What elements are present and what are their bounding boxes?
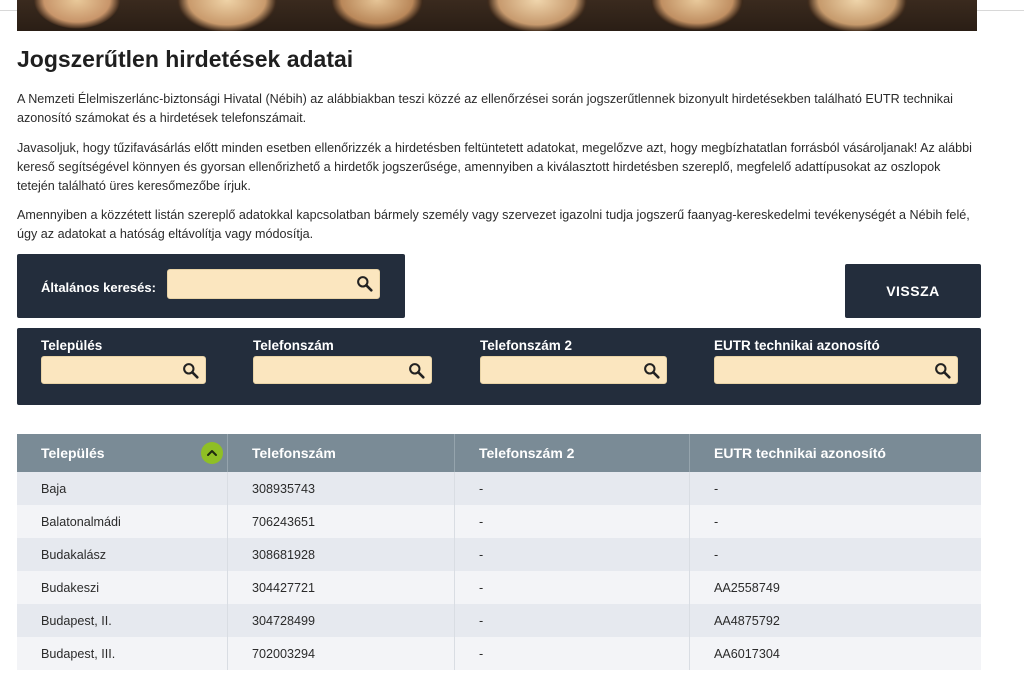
column-header-label: Telefonszám 2 xyxy=(479,445,575,461)
general-search-panel: Általános keresés: xyxy=(17,254,405,318)
column-header-telefonszam[interactable]: Telefonszám xyxy=(228,434,455,472)
filter-telefonszam-2-input[interactable] xyxy=(481,357,636,383)
search-icon[interactable] xyxy=(182,362,199,379)
filter-label: EUTR technikai azonosító xyxy=(714,338,880,353)
filter-telepules: Település xyxy=(41,338,206,384)
general-search-label: Általános keresés: xyxy=(41,280,156,295)
cell-telefonszam: 308935743 xyxy=(228,472,455,505)
table-row: Budakeszi 304427721 - AA2558749 xyxy=(17,571,981,604)
column-header-telefonszam-2[interactable]: Telefonszám 2 xyxy=(455,434,690,472)
filter-eutr-input[interactable] xyxy=(715,357,927,383)
column-header-label: EUTR technikai azonosító xyxy=(714,445,886,461)
cell-telefonszam: 304427721 xyxy=(228,571,455,604)
filter-eutr-box xyxy=(714,356,958,384)
back-button[interactable]: VISSZA xyxy=(845,264,981,318)
table-row: Budakalász 308681928 - - xyxy=(17,538,981,571)
cell-eutr: - xyxy=(714,481,719,496)
cell-telefonszam-2: - xyxy=(455,637,690,670)
intro-paragraph: A Nemzeti Élelmiszerlánc-biztonsági Hiva… xyxy=(17,92,953,125)
filter-label: Település xyxy=(41,338,103,353)
filter-telefonszam: Telefonszám xyxy=(253,338,432,384)
table-row: Budapest, III. 702003294 - AA6017304 xyxy=(17,637,981,670)
cell-telefonszam: 304728499 xyxy=(228,604,455,637)
advice-paragraph: Javasoljuk, hogy tűzifavásárlás előtt mi… xyxy=(17,141,972,193)
filter-telepules-input[interactable] xyxy=(42,357,175,383)
column-header-label: Telefonszám xyxy=(252,445,336,461)
table-row: Budapest, II. 304728499 - AA4875792 xyxy=(17,604,981,637)
cell-eutr: - xyxy=(714,514,719,529)
filter-telefonszam-box xyxy=(253,356,432,384)
table-row: Balatonalmádi 706243651 - - xyxy=(17,505,981,538)
cell-telefonszam: 702003294 xyxy=(228,637,455,670)
cell-telefonszam: 308681928 xyxy=(228,538,455,571)
search-icon[interactable] xyxy=(356,275,373,292)
cell-eutr: AA6017304 xyxy=(714,646,780,661)
sort-ascending-icon[interactable] xyxy=(201,442,223,464)
cell-telepules: Budapest, III. xyxy=(17,637,228,670)
filter-telefonszam-2: Telefonszám 2 xyxy=(480,338,667,384)
filter-telepules-box xyxy=(41,356,206,384)
cell-telefonszam-2: - xyxy=(455,538,690,571)
cell-telepules: Baja xyxy=(17,472,228,505)
general-search-input[interactable] xyxy=(168,270,349,298)
cell-telefonszam-2: - xyxy=(455,472,690,505)
cell-eutr: AA4875792 xyxy=(714,613,780,628)
cell-telepules: Balatonalmádi xyxy=(17,505,228,538)
search-icon[interactable] xyxy=(408,362,425,379)
search-icon[interactable] xyxy=(643,362,660,379)
cell-eutr: AA2558749 xyxy=(714,580,780,595)
filter-label: Telefonszám 2 xyxy=(480,338,573,353)
cell-telefonszam-2: - xyxy=(455,505,690,538)
filter-label: Telefonszám xyxy=(253,338,334,353)
cell-telefonszam-2: - xyxy=(455,571,690,604)
results-table: Település Telefonszám Telefonszám 2 EUTR… xyxy=(17,434,981,670)
search-icon[interactable] xyxy=(934,362,951,379)
column-filters-panel: Település Telefonszám Telefonszám 2 EUTR… xyxy=(17,328,981,405)
filter-telefonszam-input[interactable] xyxy=(254,357,401,383)
cell-eutr: - xyxy=(714,547,719,562)
column-header-telepules[interactable]: Település xyxy=(17,434,228,472)
filter-telefonszam-2-box xyxy=(480,356,667,384)
cell-telepules: Budakalász xyxy=(17,538,228,571)
page-title: Jogszerűtlen hirdetések adatai xyxy=(17,46,354,72)
table-row: Baja 308935743 - - xyxy=(17,472,981,505)
cell-telefonszam-2: - xyxy=(455,604,690,637)
column-header-eutr[interactable]: EUTR technikai azonosító xyxy=(690,434,981,472)
removal-paragraph: Amennyiben a közzétett listán szereplő a… xyxy=(17,208,970,241)
cell-telefonszam: 706243651 xyxy=(228,505,455,538)
column-header-label: Település xyxy=(41,445,105,461)
table-header: Település Telefonszám Telefonszám 2 EUTR… xyxy=(17,434,981,472)
general-search-box xyxy=(167,269,380,299)
cell-telepules: Budapest, II. xyxy=(17,604,228,637)
firewood-banner-image xyxy=(17,0,977,31)
cell-telepules: Budakeszi xyxy=(17,571,228,604)
filter-eutr: EUTR technikai azonosító xyxy=(714,338,958,384)
